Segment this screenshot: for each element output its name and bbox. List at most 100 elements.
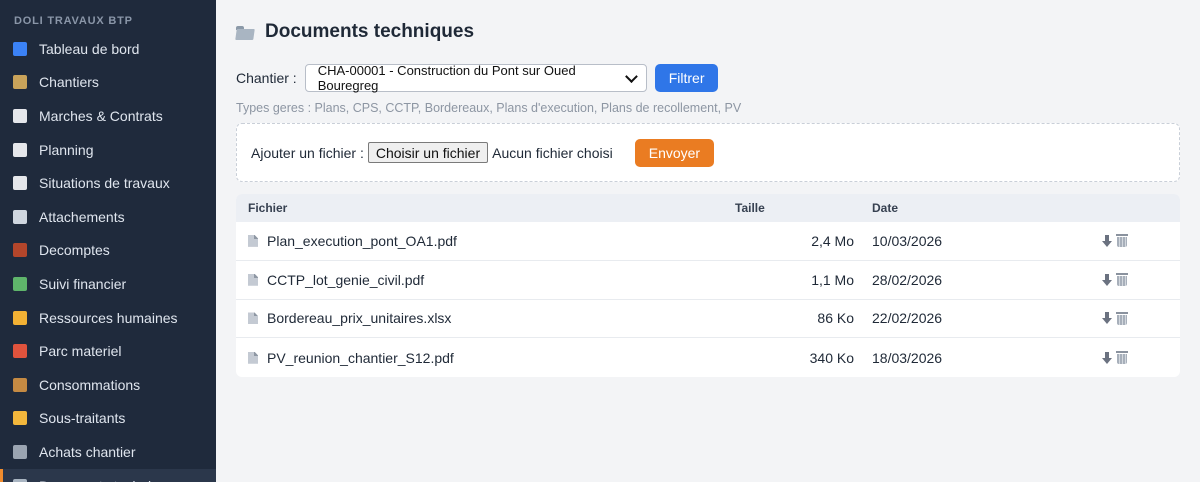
trash-icon[interactable]: [1116, 234, 1128, 248]
money-icon: [13, 276, 27, 291]
sidebar-item-label: Marches & Contrats: [39, 107, 163, 124]
file-date: 18/03/2026: [872, 349, 943, 366]
sidebar-item-label: Attachements: [39, 208, 125, 225]
sidebar-item-label: Parc materiel: [39, 343, 122, 360]
main-content: Documents techniques Chantier : CHA-0000…: [216, 0, 1200, 482]
sidebar-item-label: Suivi financier: [39, 275, 127, 292]
worker-icon: [13, 310, 27, 325]
upload-panel: Ajouter un fichier : Choisir un fichier …: [236, 123, 1180, 182]
row-actions: [1046, 234, 1180, 248]
file-cell: PV_reunion_chantier_S12.pdf: [236, 350, 676, 366]
file-cell: Bordereau_prix_unitaires.xlsx: [236, 310, 676, 326]
sidebar-item-marches-contrats[interactable]: Marches & Contrats: [0, 99, 216, 133]
file-cell: Plan_execution_pont_OA1.pdf: [236, 233, 676, 249]
truck-icon: [13, 344, 27, 359]
header-size: Taille: [735, 201, 765, 215]
table-row: Bordereau_prix_unitaires.xlsx 86 Ko 22/02/…: [236, 300, 1180, 339]
file-size: 340 Ko: [809, 349, 854, 366]
package-icon: [13, 377, 27, 392]
filter-bar: Chantier : CHA-00001 - Construction du P…: [236, 63, 1180, 93]
sidebar-item-achats-chantier[interactable]: Achats chantier: [0, 435, 216, 469]
chantier-selected-value: CHA-00001 - Construction du Pont sur Oue…: [317, 63, 576, 93]
trash-icon[interactable]: [1116, 351, 1128, 365]
table-row: PV_reunion_chantier_S12.pdf 340 Ko 18/03/2…: [236, 338, 1180, 377]
sidebar-item-parc-materiel[interactable]: Parc materiel: [0, 334, 216, 368]
table-header: Fichier Taille Date: [236, 194, 1180, 222]
sidebar-item-chantiers[interactable]: Chantiers: [0, 66, 216, 100]
sidebar-item-situations-de-travaux[interactable]: Situations de travaux: [0, 166, 216, 200]
document-types-hint: Types geres : Plans, CPS, CCTP, Borderea…: [236, 101, 742, 115]
file-name[interactable]: CCTP_lot_genie_civil.pdf: [267, 272, 424, 288]
handshake-icon: [13, 411, 27, 426]
documents-table: Fichier Taille Date Plan_execution_pont_…: [236, 194, 1180, 378]
sidebar-item-suivi-financier[interactable]: Suivi financier: [0, 267, 216, 301]
row-actions: [1046, 273, 1180, 287]
choose-file-button[interactable]: Choisir un fichier: [367, 142, 489, 163]
sidebar-item-label: Tableau de bord: [39, 40, 140, 57]
row-actions: [1046, 311, 1180, 325]
receipt-icon: [13, 176, 27, 191]
sidebar-item-documents-techniques[interactable]: Documents techniques: [0, 468, 216, 482]
crane-icon: [13, 75, 27, 90]
page-icon: [13, 108, 27, 123]
trash-icon[interactable]: [1116, 273, 1128, 287]
sidebar-item-attachements[interactable]: Attachements: [0, 200, 216, 234]
file-size: 86 Ko: [817, 310, 854, 327]
folder-icon: [13, 478, 27, 482]
file-name[interactable]: Bordereau_prix_unitaires.xlsx: [267, 310, 451, 326]
chantier-label: Chantier :: [236, 70, 297, 86]
file-date: 28/02/2026: [872, 271, 943, 288]
filter-button[interactable]: Filtrer: [654, 64, 719, 92]
file-name[interactable]: Plan_execution_pont_OA1.pdf: [267, 233, 457, 249]
no-file-text: Aucun fichier choisi: [492, 144, 613, 161]
row-actions: [1046, 351, 1180, 365]
document-icon: [248, 351, 258, 364]
folder-icon: [236, 26, 254, 40]
upload-label: Ajouter un fichier :: [251, 144, 364, 161]
ledger-icon: [13, 243, 27, 258]
table-body: Plan_execution_pont_OA1.pdf 2,4 Mo 10/03/2…: [236, 222, 1180, 377]
bar-chart-icon: [13, 41, 27, 56]
page-title: Documents techniques: [265, 21, 475, 42]
sidebar-item-label: Documents techniques: [39, 478, 181, 482]
sidebar-item-label: Consommations: [39, 376, 141, 393]
sidebar-item-label: Sous-traitants: [39, 410, 126, 427]
file-date: 22/02/2026: [872, 310, 943, 327]
file-date: 10/03/2026: [872, 232, 943, 249]
header-date: Date: [872, 201, 899, 215]
file-name[interactable]: PV_reunion_chantier_S12.pdf: [267, 350, 454, 366]
sidebar-item-consommations[interactable]: Consommations: [0, 368, 216, 402]
download-icon[interactable]: [1102, 234, 1112, 247]
sidebar-item-decomptes[interactable]: Decomptes: [0, 234, 216, 268]
file-cell: CCTP_lot_genie_civil.pdf: [236, 272, 676, 288]
sidebar-item-label: Situations de travaux: [39, 175, 170, 192]
sidebar-item-tableau-de-bord[interactable]: Tableau de bord: [0, 32, 216, 66]
sidebar-nav: Tableau de bord Chantiers Marches & Contra…: [0, 32, 216, 482]
document-icon: [248, 234, 258, 247]
calendar-icon: [13, 142, 27, 157]
sidebar-item-label: Ressources humaines: [39, 309, 178, 326]
sidebar-brand: DOLI TRAVAUX BTP: [14, 15, 133, 27]
sidebar-item-sous-traitants[interactable]: Sous-traitants: [0, 402, 216, 436]
sidebar-item-label: Achats chantier: [39, 443, 136, 460]
download-icon[interactable]: [1102, 351, 1112, 364]
sidebar: DOLI TRAVAUX BTP Tableau de bord Chantier…: [0, 0, 216, 482]
document-icon: [248, 312, 258, 325]
trash-icon[interactable]: [1116, 311, 1128, 325]
ruler-icon: [13, 209, 27, 224]
sidebar-item-label: Planning: [39, 141, 94, 158]
file-size: 1,1 Mo: [811, 271, 854, 288]
page-header: Documents techniques: [236, 0, 1180, 64]
download-icon[interactable]: [1102, 312, 1112, 325]
header-file: Fichier: [248, 201, 288, 215]
sidebar-item-label: Decomptes: [39, 242, 110, 259]
send-button[interactable]: Envoyer: [634, 138, 715, 167]
chantier-select[interactable]: CHA-00001 - Construction du Pont sur Oue…: [304, 63, 647, 93]
download-icon[interactable]: [1102, 273, 1112, 286]
cart-icon: [13, 444, 27, 459]
sidebar-item-ressources-humaines[interactable]: Ressources humaines: [0, 301, 216, 335]
sidebar-item-planning[interactable]: Planning: [0, 133, 216, 167]
file-size: 2,4 Mo: [811, 232, 854, 249]
table-row: CCTP_lot_genie_civil.pdf 1,1 Mo 28/02/2026: [236, 261, 1180, 300]
table-row: Plan_execution_pont_OA1.pdf 2,4 Mo 10/03/2…: [236, 222, 1180, 261]
